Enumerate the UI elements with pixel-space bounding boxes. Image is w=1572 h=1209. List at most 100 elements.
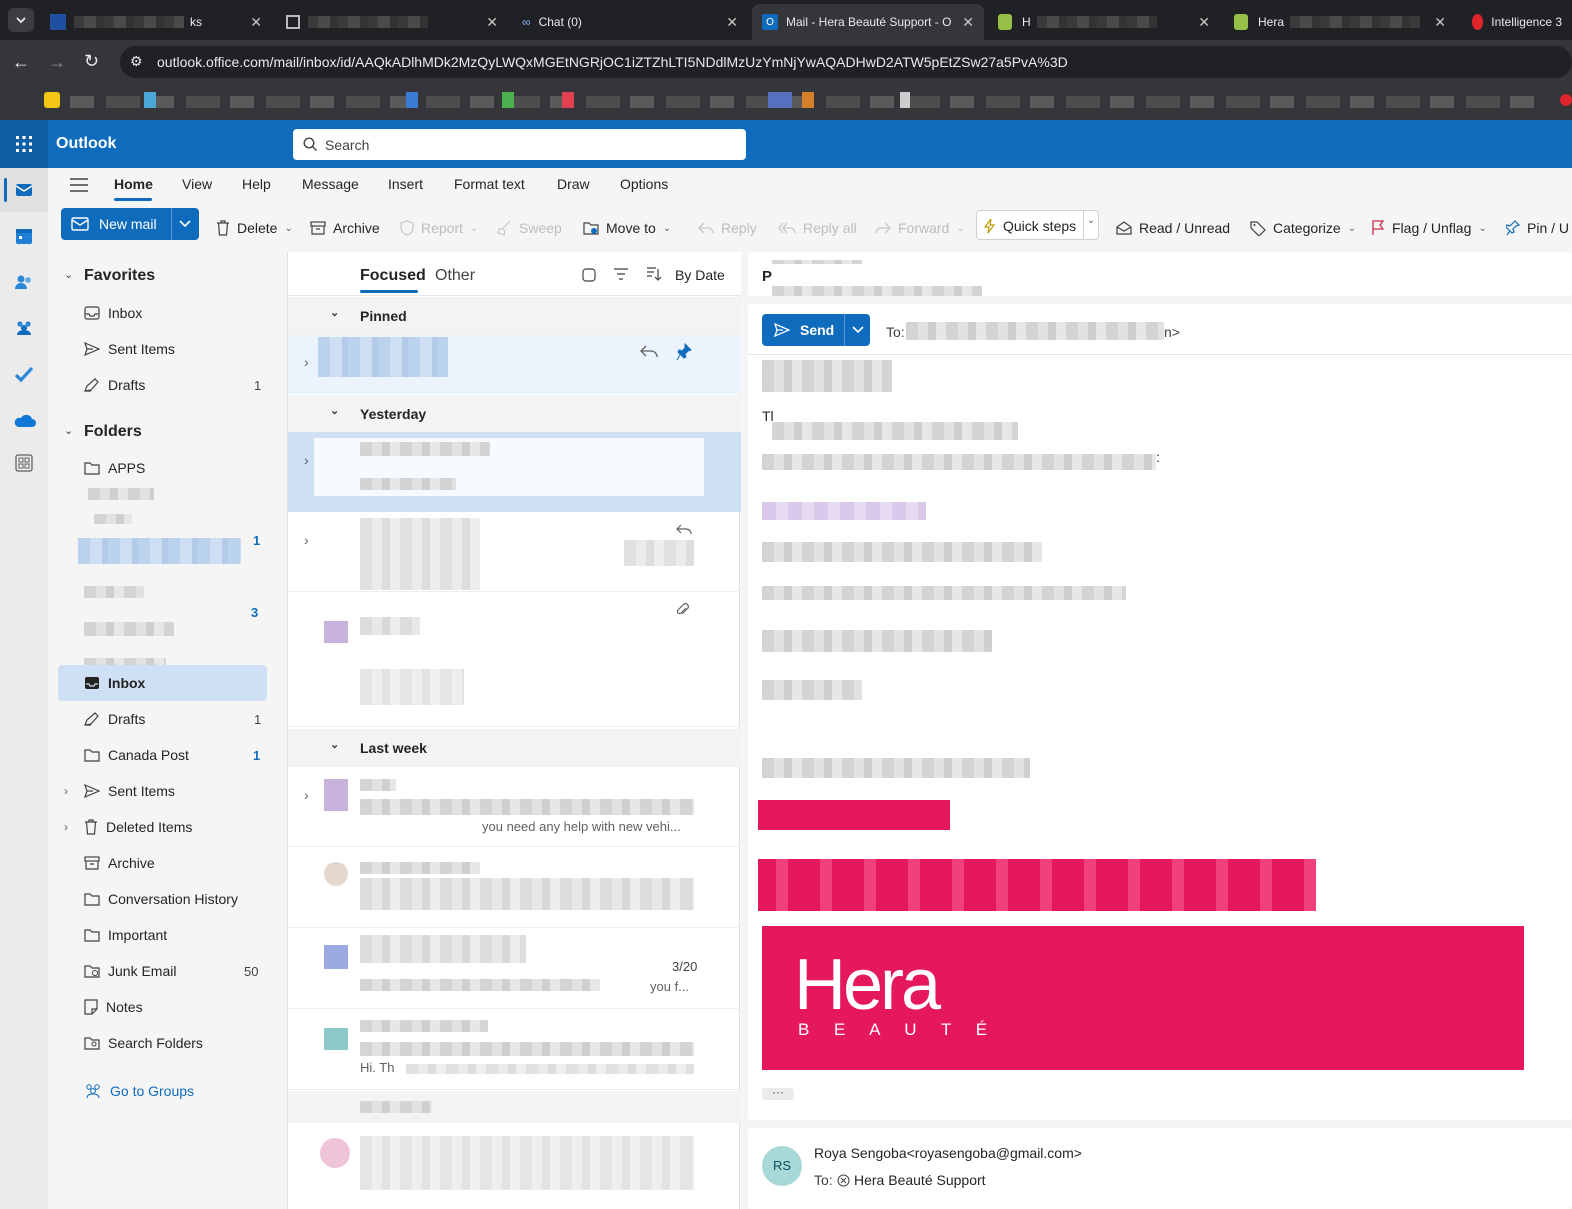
- folder-conversation-history[interactable]: Conversation History: [84, 884, 238, 914]
- more-apps-icon[interactable]: [15, 454, 33, 472]
- tab-other[interactable]: Other: [435, 267, 475, 285]
- onedrive-icon[interactable]: [12, 412, 36, 428]
- search-box[interactable]: Search: [293, 129, 746, 160]
- close-tab-icon[interactable]: ✕: [486, 14, 498, 31]
- app-launcher-button[interactable]: [0, 120, 48, 168]
- folder-search-folders[interactable]: Search Folders: [84, 1028, 203, 1058]
- folder-sent-items[interactable]: Sent Items: [84, 776, 175, 806]
- send-button[interactable]: Send: [762, 314, 870, 346]
- folder-junk-email[interactable]: Junk Email: [84, 956, 176, 986]
- go-to-groups-link[interactable]: Go to Groups: [84, 1076, 194, 1106]
- new-mail-button[interactable]: New mail: [61, 208, 199, 240]
- message-item[interactable]: › you need any help with new vehi...: [288, 767, 741, 847]
- folders-header[interactable]: Folders: [84, 423, 142, 441]
- folder-deleted-items[interactable]: Deleted Items: [84, 812, 192, 842]
- message-item[interactable]: 3/20 you f...: [288, 929, 741, 1009]
- sender-line[interactable]: Roya Sengoba<royasengoba@gmail.com>: [814, 1145, 1082, 1161]
- fav-sent-items[interactable]: Sent Items: [84, 334, 175, 364]
- delete-button[interactable]: Delete ⌄: [216, 214, 293, 242]
- message-item[interactable]: [288, 848, 741, 928]
- chevron-right-icon[interactable]: ›: [304, 452, 309, 468]
- chevron-right-icon[interactable]: ›: [64, 784, 68, 798]
- close-tab-icon[interactable]: ✕: [1198, 14, 1210, 31]
- close-tab-icon[interactable]: ✕: [726, 14, 738, 31]
- tab-home[interactable]: Home: [114, 176, 153, 192]
- reply-button[interactable]: Reply: [698, 214, 757, 242]
- browser-tab-chat[interactable]: ∞ Chat (0) ✕: [512, 4, 748, 40]
- folder-inbox[interactable]: Inbox: [84, 668, 145, 698]
- previous-message-card[interactable]: RS Roya Sengoba<royasengoba@gmail.com> T…: [748, 1128, 1572, 1209]
- categorize-button[interactable]: Categorize ⌄: [1250, 214, 1356, 242]
- folder-canada-post[interactable]: Canada Post: [84, 740, 189, 770]
- folder-drafts[interactable]: Drafts: [84, 704, 145, 734]
- back-icon[interactable]: ←: [12, 52, 30, 73]
- forward-button[interactable]: Forward ⌄: [875, 214, 965, 242]
- message-item[interactable]: ›: [288, 512, 741, 592]
- filter-icon[interactable]: [614, 268, 628, 280]
- close-tab-icon[interactable]: ✕: [250, 14, 262, 31]
- chevron-down-icon[interactable]: ⌄: [1478, 223, 1486, 234]
- select-mode-icon[interactable]: [582, 268, 596, 282]
- chevron-down-icon[interactable]: ⌄: [663, 223, 671, 234]
- folder-apps[interactable]: APPS: [84, 453, 145, 483]
- chevron-down-icon[interactable]: ⌄: [284, 223, 292, 234]
- quick-steps-button[interactable]: Quick steps ⌄: [976, 210, 1099, 240]
- message-item-selected[interactable]: ›: [288, 432, 741, 512]
- chevron-down-icon[interactable]: ⌄: [64, 424, 73, 437]
- message-item[interactable]: [288, 1124, 741, 1209]
- chevron-right-icon[interactable]: ›: [304, 354, 309, 370]
- browser-tab-6[interactable]: Hera ✕: [1224, 4, 1456, 40]
- sweep-button[interactable]: Sweep: [496, 214, 562, 242]
- tab-search-button[interactable]: [8, 8, 34, 32]
- tab-focused[interactable]: Focused: [360, 267, 426, 285]
- folder-notes[interactable]: Notes: [84, 992, 143, 1022]
- forward-icon[interactable]: →: [48, 52, 66, 73]
- redacted-folder-highlight[interactable]: [78, 538, 241, 564]
- tab-help[interactable]: Help: [242, 176, 271, 192]
- site-info-icon[interactable]: ⚙: [130, 53, 143, 70]
- favorites-header[interactable]: Favorites: [84, 267, 155, 285]
- tab-insert[interactable]: Insert: [388, 176, 423, 192]
- browser-tab-1[interactable]: ks ✕: [40, 4, 272, 40]
- group-header-pinned[interactable]: ⌄ Pinned: [288, 297, 741, 335]
- tab-view[interactable]: View: [182, 176, 212, 192]
- chevron-right-icon[interactable]: ›: [64, 820, 68, 834]
- people-icon[interactable]: [14, 272, 34, 292]
- message-item[interactable]: Hi. Th: [288, 1010, 741, 1090]
- reply-all-button[interactable]: Reply all: [778, 214, 857, 242]
- sort-by-date[interactable]: By Date: [675, 267, 725, 283]
- close-tab-icon[interactable]: ✕: [1434, 14, 1446, 31]
- group-header-yesterday[interactable]: ⌄ Yesterday: [288, 395, 741, 433]
- chevron-down-icon[interactable]: ⌄: [1087, 215, 1095, 226]
- group-header-last-week[interactable]: ⌄ Last week: [288, 729, 741, 767]
- flag-unflag-button[interactable]: Flag / Unflag ⌄: [1371, 214, 1487, 242]
- browser-tab-7[interactable]: Intelligence 3: [1462, 4, 1572, 40]
- sort-icon[interactable]: [646, 266, 662, 282]
- reload-icon[interactable]: ↻: [84, 51, 99, 72]
- chevron-down-icon[interactable]: [852, 326, 864, 334]
- folder-archive[interactable]: Archive: [84, 848, 155, 878]
- message-item-pinned[interactable]: ›: [288, 335, 741, 394]
- calendar-icon[interactable]: [14, 226, 34, 246]
- fav-drafts[interactable]: Drafts: [84, 370, 264, 400]
- tab-options[interactable]: Options: [620, 176, 668, 192]
- tab-draw[interactable]: Draw: [557, 176, 590, 192]
- message-item[interactable]: [288, 593, 741, 727]
- to-recipient-redacted[interactable]: [906, 322, 1164, 340]
- redacted-folder[interactable]: [88, 488, 154, 500]
- chevron-down-icon[interactable]: [179, 220, 191, 228]
- pin-filled-icon[interactable]: [676, 343, 692, 361]
- chevron-right-icon[interactable]: ›: [304, 787, 309, 803]
- folder-important[interactable]: Important: [84, 920, 167, 950]
- pin-button[interactable]: Pin / U: [1506, 214, 1569, 242]
- archive-button[interactable]: Archive: [310, 214, 380, 242]
- chevron-right-icon[interactable]: ›: [304, 532, 309, 548]
- fav-inbox[interactable]: Inbox: [84, 298, 142, 328]
- browser-tab-2[interactable]: ✕: [276, 4, 508, 40]
- close-tab-icon[interactable]: ✕: [962, 14, 974, 31]
- group-header-redacted[interactable]: [288, 1091, 741, 1123]
- hamburger-menu-icon[interactable]: [70, 178, 88, 192]
- recipient-name[interactable]: Hera Beauté Support: [854, 1172, 986, 1188]
- move-to-button[interactable]: Move to ⌄: [583, 214, 671, 242]
- browser-tab-outlook[interactable]: O Mail - Hera Beauté Support - O ✕: [752, 4, 984, 40]
